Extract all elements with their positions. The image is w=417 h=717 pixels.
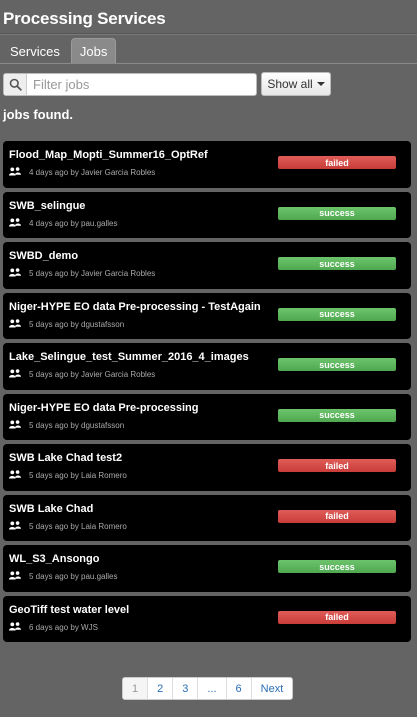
job-name[interactable]: SWB_selingue (9, 200, 85, 212)
search-box (3, 73, 257, 96)
job-meta: 5 days ago by Laia Romero (9, 520, 127, 532)
job-item[interactable]: Flood_Map_Mopti_Summer16_OptRef 4 days ag… (3, 141, 411, 188)
users-icon (9, 217, 21, 229)
job-name[interactable]: GeoTiff test water level (9, 604, 129, 616)
job-name[interactable]: Flood_Map_Mopti_Summer16_OptRef (9, 149, 208, 161)
search-input[interactable] (27, 74, 256, 95)
job-item[interactable]: SWB Lake Chad test2 5 days ago by Laia Ro… (3, 444, 411, 491)
job-item[interactable]: SWB_selingue 4 days ago by pau.galles succ… (3, 191, 411, 238)
job-meta-text: 5 days ago by Javier Garcia Robles (29, 370, 156, 379)
job-name[interactable]: SWB Lake Chad (9, 503, 93, 515)
job-item[interactable]: WL_S3_Ansongo 5 days ago by pau.galles suc… (3, 545, 411, 592)
users-icon (9, 419, 21, 431)
job-meta-text: 5 days ago by Laia Romero (29, 521, 127, 531)
job-name[interactable]: WL_S3_Ansongo (9, 553, 99, 565)
page-button[interactable]: 6 (225, 678, 251, 699)
job-item[interactable]: Lake_Selingue_test_Summer_2016_4_images 5… (3, 343, 411, 390)
users-icon (9, 571, 21, 582)
job-meta-text: 5 days ago by pau.galles (29, 572, 118, 581)
tab-bar: Services Jobs (1, 38, 118, 63)
status-badge: failed (278, 509, 396, 523)
results-count: jobs found. (3, 107, 74, 122)
job-name[interactable]: Niger-HYPE EO data Pre-processing - Test… (9, 301, 261, 313)
page-button[interactable]: 1 (123, 678, 148, 699)
status-badge: success (278, 358, 396, 371)
show-all-dropdown[interactable]: Show all (261, 72, 331, 96)
page-title: Processing Services (3, 9, 166, 28)
tab-jobs[interactable]: Jobs (70, 38, 117, 63)
next-page-button[interactable]: Next (250, 678, 293, 699)
job-meta: 4 days ago by pau.galles (9, 217, 118, 229)
job-item[interactable]: Niger-HYPE EO data Pre-processing 5 days … (3, 393, 411, 440)
job-meta: 5 days ago by pau.galles (9, 571, 118, 582)
users-icon (9, 520, 21, 532)
status-badge: failed (278, 156, 396, 169)
users-icon (9, 369, 21, 380)
title-divider (0, 33, 417, 35)
show-all-label: Show all (267, 77, 313, 91)
job-meta-text: 5 days ago by dgustafsson (29, 420, 125, 430)
job-name[interactable]: Niger-HYPE EO data Pre-processing (9, 402, 199, 414)
page-button[interactable]: 3 (172, 678, 197, 699)
job-meta-text: 5 days ago by Laia Romero (29, 471, 127, 480)
caret-down-icon (316, 82, 325, 86)
job-meta: 5 days ago by Javier Garcia Robles (9, 369, 155, 380)
job-item[interactable]: SWB Lake Chad 5 days ago by Laia Romero fa… (3, 494, 411, 541)
status-badge: success (278, 257, 396, 270)
search-icon (4, 74, 27, 95)
status-badge: failed (278, 610, 396, 624)
status-badge: success (278, 206, 396, 220)
job-meta-text: 6 days ago by WJS (29, 622, 98, 632)
job-name[interactable]: SWBD_demo (9, 250, 78, 262)
users-icon (9, 268, 21, 279)
job-name[interactable]: SWB Lake Chad test2 (9, 452, 122, 464)
status-badge: failed (278, 459, 396, 472)
status-badge: success (278, 560, 396, 573)
job-meta-text: 5 days ago by Javier Garcia Robles (29, 269, 156, 278)
job-meta-text: 4 days ago by pau.galles (29, 218, 118, 228)
status-badge: success (278, 307, 396, 321)
job-name[interactable]: Lake_Selingue_test_Summer_2016_4_images (9, 351, 249, 363)
users-icon (9, 470, 21, 481)
tab-services[interactable]: Services (1, 38, 69, 63)
job-item[interactable]: GeoTiff test water level 6 days ago by WJ… (3, 595, 411, 642)
users-icon (9, 167, 21, 178)
users-icon (9, 318, 21, 330)
job-meta: 5 days ago by dgustafsson (9, 318, 125, 330)
job-meta: 5 days ago by dgustafsson (9, 419, 125, 431)
status-badge: success (278, 408, 396, 422)
job-meta: 6 days ago by WJS (9, 621, 98, 633)
job-meta-text: 5 days ago by dgustafsson (29, 319, 125, 329)
job-item[interactable]: SWBD_demo 5 days ago by Javier Garcia Rob… (3, 242, 411, 289)
users-icon (9, 621, 21, 633)
job-meta-text: 4 days ago by Javier Garcia Robles (29, 168, 156, 177)
tab-divider (0, 63, 417, 64)
job-meta: 5 days ago by Laia Romero (9, 470, 127, 481)
page-button[interactable]: 2 (147, 678, 172, 699)
job-meta: 4 days ago by Javier Garcia Robles (9, 167, 155, 178)
job-meta: 5 days ago by Javier Garcia Robles (9, 268, 155, 279)
job-list: Flood_Map_Mopti_Summer16_OptRef 4 days ag… (3, 141, 411, 642)
pagination: 1 2 3... 6 Next (122, 677, 294, 700)
page-button[interactable]: ... (197, 678, 225, 699)
job-item[interactable]: Niger-HYPE EO data Pre-processing - Test… (3, 292, 411, 339)
